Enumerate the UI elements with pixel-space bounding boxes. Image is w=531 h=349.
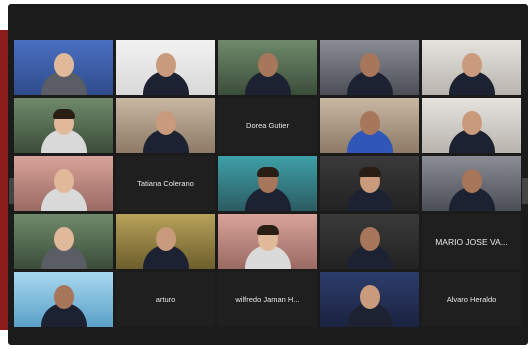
participant-face [359,285,380,309]
participant-face [461,169,482,193]
participant-tile[interactable] [116,98,215,153]
participant-tile[interactable]: MARIO JOSE VA... [422,214,521,269]
participant-name: arturo [155,295,176,304]
participant-tile[interactable]: Dorea Gutier [218,98,317,153]
participant-tile[interactable]: Tatiana Colerano [116,156,215,211]
participant-name: MARIO JOSE VA... [435,236,508,247]
participant-face [53,285,74,309]
participant-face [53,227,74,251]
participant-tile[interactable] [218,40,317,95]
participant-face [461,111,482,135]
participant-face [359,53,380,77]
participant-face [155,53,176,77]
participant-tile[interactable] [422,98,521,153]
participant-tile[interactable] [422,156,521,211]
participant-tile[interactable] [320,272,419,327]
participant-tile[interactable] [218,156,317,211]
video-meeting-window: Dorea Gutier Tatiana Colerano MARIO JOSE… [0,0,531,349]
participant-face [359,227,380,251]
participant-tile[interactable] [116,214,215,269]
participant-tile[interactable] [422,40,521,95]
participant-name: Alvaro Heraldo [446,295,497,304]
participant-hair [256,225,279,235]
participant-face [155,227,176,251]
participant-hair [52,109,75,119]
participant-face [359,111,380,135]
participant-face [53,53,74,77]
participant-tile[interactable]: Alvaro Heraldo [422,272,521,327]
participant-tile[interactable] [14,156,113,211]
participant-face [53,169,74,193]
participant-face [461,53,482,77]
participant-tile[interactable] [320,214,419,269]
participant-name: wilfredo Jaman H... [235,295,300,304]
participant-tile[interactable] [320,40,419,95]
participant-tile[interactable] [320,156,419,211]
participant-tile[interactable] [14,214,113,269]
participant-tile[interactable] [14,40,113,95]
participant-hair [358,167,381,177]
participant-face [257,53,278,77]
participant-name: Tatiana Colerano [137,179,194,188]
participant-gallery-grid: Dorea Gutier Tatiana Colerano MARIO JOSE… [14,40,530,330]
participant-tile[interactable]: wilfredo Jaman H... [218,272,317,327]
participant-face [155,111,176,135]
participant-hair [256,167,279,177]
participant-tile[interactable] [320,98,419,153]
participant-tile[interactable] [14,98,113,153]
participant-tile[interactable] [14,272,113,327]
participant-tile[interactable]: arturo [116,272,215,327]
participant-tile[interactable] [116,40,215,95]
participant-name: Dorea Gutier [246,121,289,130]
participant-tile[interactable] [218,214,317,269]
